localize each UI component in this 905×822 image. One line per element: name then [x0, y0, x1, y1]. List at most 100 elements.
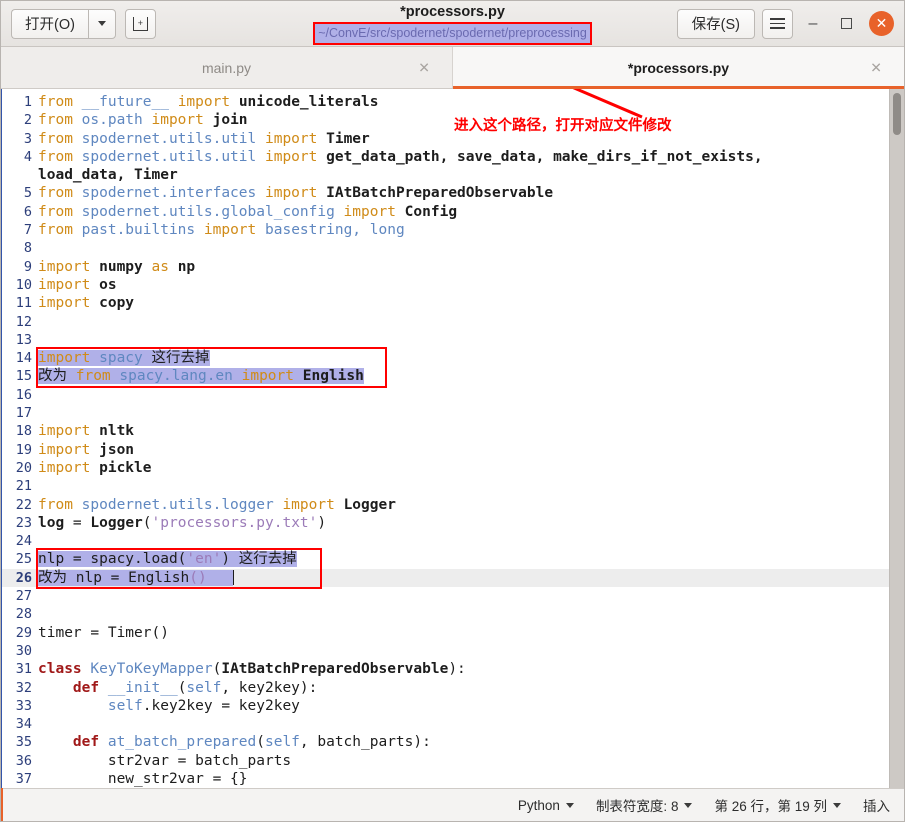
- code-line[interactable]: 34: [2, 715, 889, 733]
- code-token: spacy: [99, 350, 143, 367]
- code-line[interactable]: 23 log = Logger('processors.py.txt'): [2, 514, 889, 532]
- code-token: import: [38, 295, 100, 312]
- line-number: 15: [15, 368, 32, 385]
- code-line[interactable]: 5 from spodernet.interfaces import IAtBat…: [2, 184, 889, 202]
- code-token: 改为: [38, 368, 76, 385]
- code-line[interactable]: 4 from spodernet.utils.util import get_da…: [2, 148, 889, 166]
- vertical-scrollbar[interactable]: [889, 89, 904, 788]
- line-number: 28: [15, 606, 32, 623]
- path-badge-highlight-box: ~/ConvE/src/spodernet/spodernet/preproce…: [313, 22, 592, 45]
- open-button[interactable]: 打开(O): [11, 8, 88, 39]
- code-line[interactable]: 35 def at_batch_prepared(self, batch_par…: [2, 733, 889, 751]
- language-selector[interactable]: Python: [518, 798, 574, 813]
- minimize-button[interactable]: –: [800, 11, 826, 37]
- code-line[interactable]: 12: [2, 313, 889, 331]
- line-number: 12: [15, 313, 32, 330]
- minimize-icon: –: [808, 14, 818, 32]
- code-text: from spodernet.utils.global_config impor…: [36, 203, 889, 221]
- code-line[interactable]: 2 from os.path import join: [2, 111, 889, 129]
- code-line[interactable]: load_data, Timer: [2, 166, 889, 184]
- code-line[interactable]: 15 改为 from spacy.lang.en import English: [2, 367, 889, 385]
- line-number: 34: [15, 716, 32, 733]
- save-button[interactable]: 保存(S): [676, 8, 755, 39]
- code-token: self: [264, 734, 300, 751]
- code-token: import: [232, 368, 303, 385]
- code-line[interactable]: 29 timer = Timer(): [2, 624, 889, 642]
- code-line[interactable]: 36 str2var = batch_parts: [2, 752, 889, 770]
- code-token: import: [273, 496, 344, 513]
- code-token: KeyToKeyMapper: [90, 661, 213, 678]
- code-line[interactable]: 33 self.key2key = key2key: [2, 697, 889, 715]
- code-text: from past.builtins import basestring, lo…: [36, 221, 889, 239]
- annotation-note-path: 进入这个路径，打开对应文件修改: [454, 118, 672, 134]
- code-line[interactable]: 13: [2, 331, 889, 349]
- tab-close-icon[interactable]: ✕: [870, 59, 882, 76]
- code-line[interactable]: 27: [2, 587, 889, 605]
- tab-processors-py[interactable]: *processors.py ✕: [453, 47, 904, 89]
- code-line[interactable]: 25 nlp = spacy.load('en') 这行去掉: [2, 550, 889, 568]
- code-token: 'en': [186, 551, 222, 568]
- code-line[interactable]: 21: [2, 477, 889, 495]
- code-line[interactable]: 30: [2, 642, 889, 660]
- code-line[interactable]: 10 import os: [2, 276, 889, 294]
- code-token: json: [99, 441, 135, 458]
- cursor-position-selector[interactable]: 第 26 行，第 19 列: [714, 795, 841, 815]
- code-line[interactable]: 7 from past.builtins import basestring, l…: [2, 221, 889, 239]
- code-text: def __init__(self, key2key):: [36, 679, 889, 697]
- code-token: =: [64, 514, 91, 531]
- code-line[interactable]: 28: [2, 605, 889, 623]
- code-token: from: [38, 203, 82, 220]
- header-right-controls: 保存(S) – ✕: [676, 8, 894, 39]
- code-line[interactable]: 20 import pickle: [2, 459, 889, 477]
- code-line[interactable]: 11 import copy: [2, 294, 889, 312]
- code-line[interactable]: 37 new_str2var = {}: [2, 770, 889, 788]
- close-button[interactable]: ✕: [869, 11, 894, 36]
- line-number: 35: [15, 734, 32, 751]
- tab-width-selector[interactable]: 制表符宽度: 8: [596, 795, 693, 815]
- code-token: import: [334, 203, 405, 220]
- code-line[interactable]: 19 import json: [2, 441, 889, 459]
- code-line[interactable]: 32 def __init__(self, key2key):: [2, 679, 889, 697]
- code-line[interactable]: 26 改为 nlp = English(): [2, 568, 889, 588]
- code-line[interactable]: 31 class KeyToKeyMapper(IAtBatchPreparedO…: [2, 660, 889, 678]
- code-line[interactable]: 8: [2, 239, 889, 257]
- tab-close-icon[interactable]: ✕: [418, 59, 430, 76]
- code-text: def at_batch_prepared(self, batch_parts)…: [36, 733, 889, 751]
- code-line[interactable]: 22 from spodernet.utils.logger import Log…: [2, 496, 889, 514]
- chevron-down-icon: [97, 21, 106, 26]
- code-line[interactable]: 24: [2, 532, 889, 550]
- line-number: 26: [15, 569, 32, 586]
- code-token: nltk: [99, 423, 135, 440]
- open-dropdown-button[interactable]: [87, 8, 116, 39]
- code-line[interactable]: 14 import spacy 这行去掉: [2, 349, 889, 367]
- code-token: new_str2var = {}: [38, 770, 248, 787]
- line-number: 30: [15, 642, 32, 659]
- code-token: (: [142, 514, 152, 531]
- code-token: 'processors.py.txt': [151, 514, 318, 531]
- code-token: IAtBatchPreparedObservable: [221, 661, 449, 678]
- code-token: pickle: [99, 459, 152, 476]
- code-token: numpy: [99, 258, 143, 275]
- scrollbar-thumb[interactable]: [893, 93, 901, 135]
- code-line[interactable]: 1 from __future__ import unicode_literals: [2, 93, 889, 111]
- new-tab-button[interactable]: +: [124, 8, 156, 39]
- code-token: import: [256, 185, 327, 202]
- code-line[interactable]: 6 from spodernet.utils.global_config impo…: [2, 203, 889, 221]
- open-button-group[interactable]: 打开(O): [11, 8, 116, 39]
- code-token: log: [38, 514, 65, 531]
- code-view[interactable]: 1 from __future__ import unicode_literals…: [2, 89, 889, 788]
- code-line[interactable]: 16: [2, 386, 889, 404]
- maximize-button[interactable]: [833, 11, 859, 37]
- code-line[interactable]: 17: [2, 404, 889, 422]
- code-text: new_str2var = {}: [36, 770, 889, 788]
- tab-main-py[interactable]: main.py ✕: [1, 47, 453, 88]
- code-line[interactable]: 18 import nltk: [2, 422, 889, 440]
- line-number: 8: [23, 240, 32, 257]
- close-icon: ✕: [875, 15, 888, 31]
- code-line[interactable]: 3 from spodernet.utils.util import Timer: [2, 130, 889, 148]
- line-number: 21: [15, 478, 32, 495]
- main-menu-button[interactable]: [762, 8, 793, 39]
- code-line[interactable]: 9 import numpy as np: [2, 258, 889, 276]
